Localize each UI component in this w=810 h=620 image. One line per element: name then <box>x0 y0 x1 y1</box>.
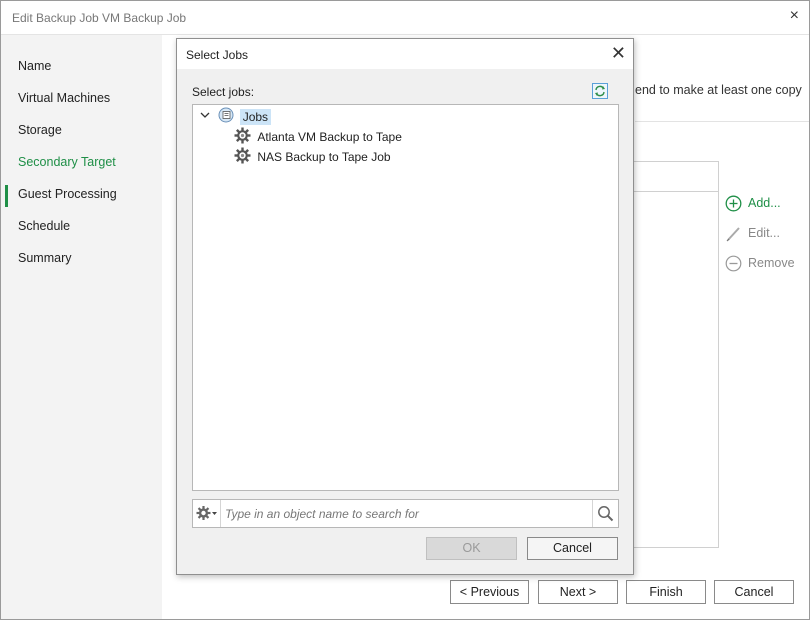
select-jobs-dialog: Select Jobs ✕ Select jobs: <box>176 38 634 575</box>
step-guest-processing[interactable]: Guest Processing <box>18 187 117 201</box>
tree-node-nas-label: NAS Backup to Tape Job <box>257 150 390 164</box>
next-button[interactable]: Next > <box>538 580 618 604</box>
window-close-icon[interactable]: × <box>790 7 799 25</box>
finish-button[interactable]: Finish <box>626 580 706 604</box>
tree-node-atlanta-vm-backup-to-tape[interactable]: Atlanta VM Backup to Tape <box>234 127 402 145</box>
step-schedule[interactable]: Schedule <box>18 219 70 233</box>
search-box <box>192 499 619 528</box>
search-input[interactable] <box>223 502 583 525</box>
job-gear-icon <box>234 147 254 167</box>
job-gear-icon <box>234 127 254 147</box>
chevron-down-icon[interactable] <box>199 109 213 124</box>
remove-minus-icon <box>725 255 742 272</box>
window-titlebar: Edit Backup Job VM Backup Job × <box>1 1 809 35</box>
add-button-label: Add... <box>748 196 781 210</box>
secondary-targets-list[interactable] <box>621 161 719 548</box>
tree-node-jobs-label: Jobs <box>240 109 271 125</box>
wizard-steps-sidebar: Name Virtual Machines Storage Secondary … <box>1 35 162 619</box>
step-virtual-machines[interactable]: Virtual Machines <box>18 91 110 105</box>
search-icon <box>597 505 614 525</box>
refresh-icon[interactable] <box>592 83 608 99</box>
search-options-button[interactable] <box>193 500 221 527</box>
step-name[interactable]: Name <box>18 59 51 73</box>
cancel-button[interactable]: Cancel <box>714 580 794 604</box>
pencil-icon <box>725 225 742 242</box>
gear-dropdown-icon <box>196 505 218 525</box>
search-button[interactable] <box>592 500 618 527</box>
divider <box>635 121 809 122</box>
step-description: end to make at least one copy <box>635 83 802 97</box>
tree-node-nas-backup-to-tape-job[interactable]: NAS Backup to Tape Job <box>234 147 391 165</box>
step-secondary-target[interactable]: Secondary Target <box>18 155 116 169</box>
edit-button[interactable]: Edit... <box>725 225 780 242</box>
dialog-cancel-button[interactable]: Cancel <box>527 537 618 560</box>
select-jobs-label: Select jobs: <box>192 85 254 99</box>
previous-button[interactable]: < Previous <box>450 580 529 604</box>
ok-button[interactable]: OK <box>426 537 517 560</box>
remove-button-label: Remove <box>748 256 795 270</box>
edit-button-label: Edit... <box>748 226 780 240</box>
step-summary[interactable]: Summary <box>18 251 71 265</box>
dialog-titlebar: Select Jobs ✕ <box>177 39 633 69</box>
remove-button[interactable]: Remove <box>725 255 795 272</box>
add-plus-icon <box>725 195 742 212</box>
dialog-title: Select Jobs <box>186 48 248 62</box>
step-storage[interactable]: Storage <box>18 123 62 137</box>
list-header <box>621 162 718 192</box>
active-step-marker <box>5 185 8 207</box>
jobs-folder-icon <box>218 107 236 126</box>
add-button[interactable]: Add... <box>725 195 781 212</box>
dialog-close-icon[interactable]: ✕ <box>611 43 626 63</box>
window-title: Edit Backup Job VM Backup Job <box>12 11 186 25</box>
tree-node-atlanta-label: Atlanta VM Backup to Tape <box>257 130 402 144</box>
jobs-tree[interactable]: Jobs Atlanta VM Backup to Tape <box>192 104 619 491</box>
tree-node-jobs[interactable]: Jobs <box>199 107 271 125</box>
